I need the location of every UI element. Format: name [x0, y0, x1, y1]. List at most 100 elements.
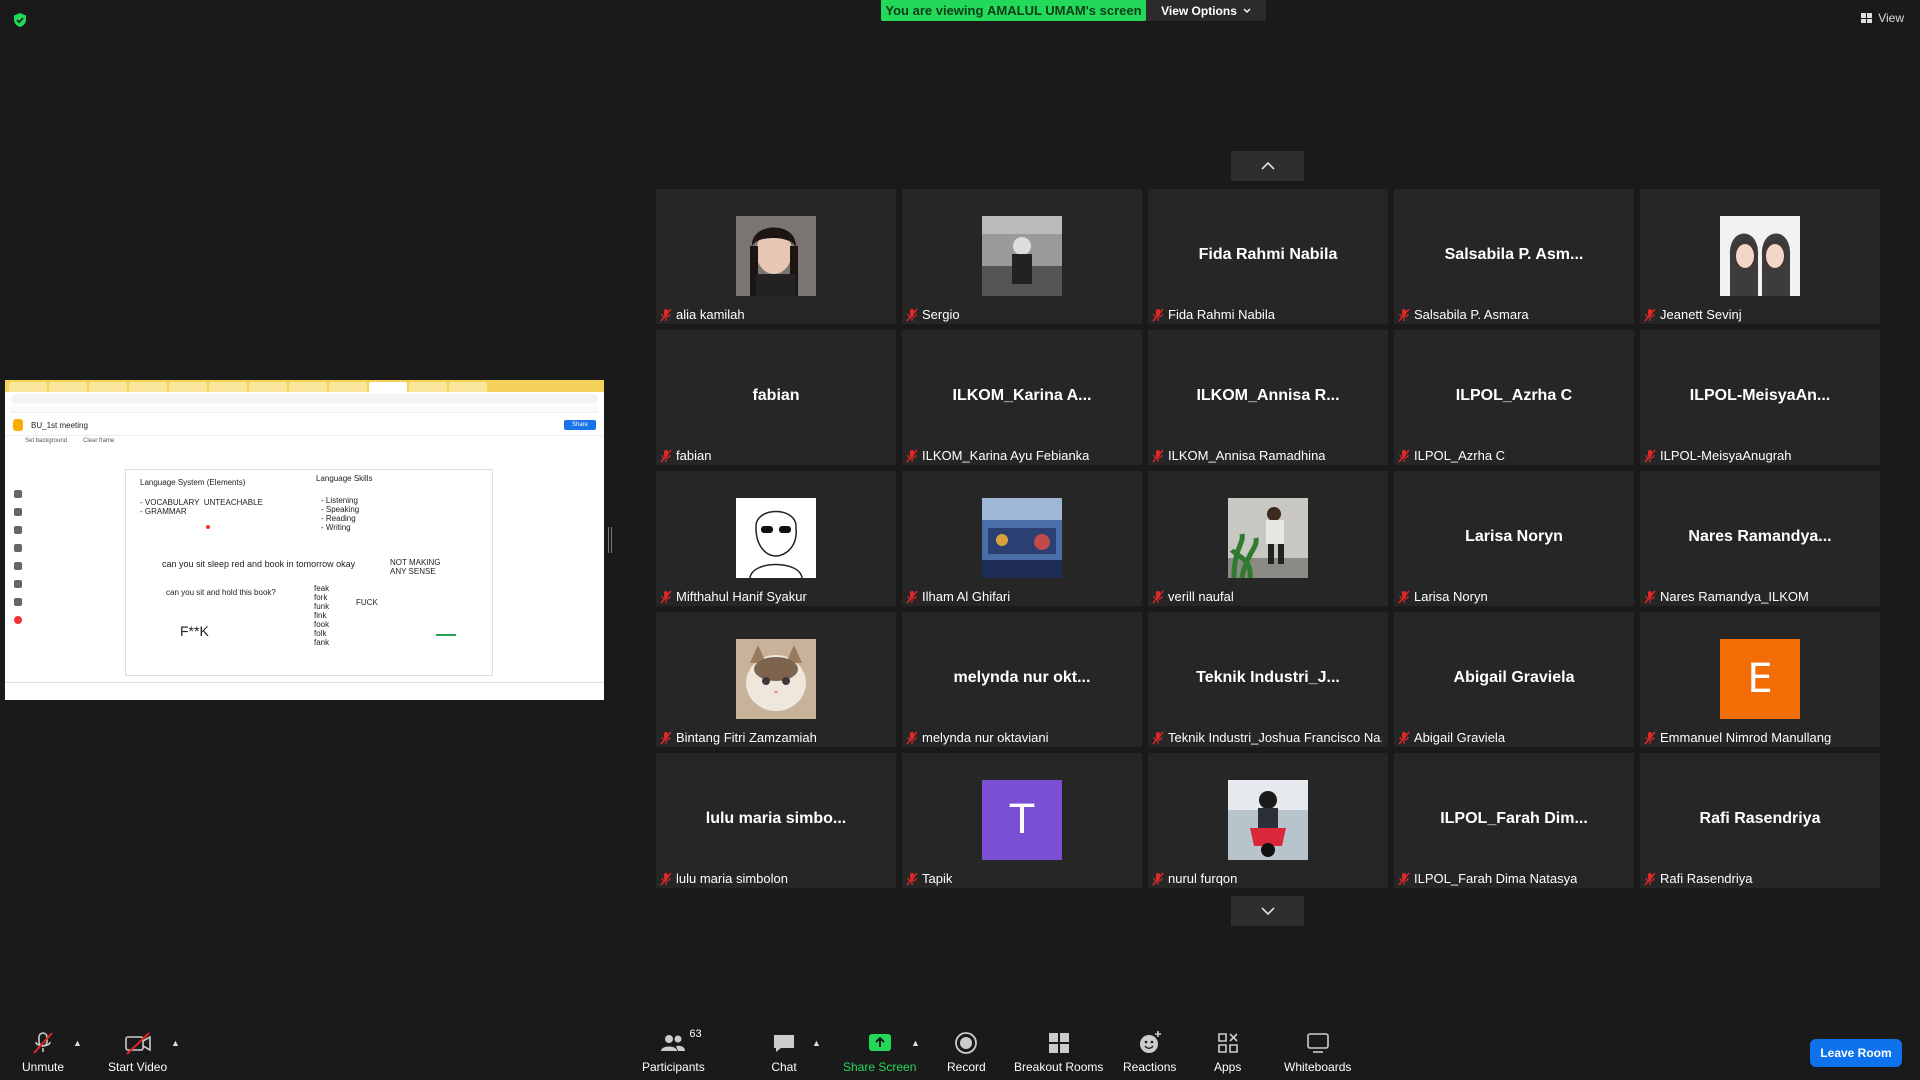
breakout-rooms-button[interactable]: Breakout Rooms	[1014, 1030, 1103, 1074]
participant-display-name: ILKOM_Karina A...	[952, 387, 1092, 404]
participant-tile[interactable]: ILPOL_Azrha C ILPOL_Azrha C	[1394, 330, 1634, 465]
participant-tile[interactable]: Mifthahul Hanif Syakur	[656, 471, 896, 606]
unmute-button[interactable]: Unmute	[22, 1030, 64, 1074]
participant-name: ILPOL_Azrha C	[1414, 448, 1506, 463]
unmute-label: Unmute	[22, 1060, 65, 1074]
muted-mic-icon	[906, 308, 918, 321]
participant-tile[interactable]: Ilham Al Ghifari	[902, 471, 1142, 606]
participant-name-bar: melynda nur oktaviani	[906, 730, 1048, 745]
participant-tile[interactable]: Abigail Graviela Abigail Graviela	[1394, 612, 1634, 747]
jamboard-header: BU_1st meeting Share	[5, 415, 604, 436]
meeting-toolbar: Unmute ▲ Start Video ▲ 63 Participants C…	[0, 1020, 1920, 1080]
viewing-name: AMALUL UMAM's screen	[987, 3, 1142, 18]
video-options-caret-icon[interactable]: ▲	[171, 1038, 180, 1048]
muted-mic-icon	[1644, 872, 1656, 885]
participant-tile[interactable]: alia kamilah	[656, 189, 896, 324]
audio-options-caret-icon[interactable]: ▲	[73, 1038, 82, 1048]
participant-tile[interactable]: lulu maria simbo... lulu maria simbolon	[656, 753, 896, 888]
participant-name: Mifthahul Hanif Syakur	[676, 589, 807, 604]
participant-tile[interactable]: Jeanett Sevinj	[1640, 189, 1880, 324]
participant-tile[interactable]: Sergio	[902, 189, 1142, 324]
muted-mic-icon	[1644, 731, 1656, 744]
participant-tile[interactable]: Bintang Fitri Zamzamiah	[656, 612, 896, 747]
apps-button[interactable]: Apps	[1214, 1030, 1241, 1074]
muted-mic-icon	[1644, 590, 1656, 603]
participant-tile[interactable]: melynda nur okt... melynda nur oktaviani	[902, 612, 1142, 747]
reactions-label: Reactions	[1123, 1060, 1177, 1074]
participant-tile[interactable]: Larisa Noryn Larisa Noryn	[1394, 471, 1634, 606]
participant-tile[interactable]: fabian fabian	[656, 330, 896, 465]
participant-gallery: alia kamilah Sergio Fida Rahmi Nabila Fida …	[656, 189, 1883, 888]
participant-tile[interactable]: T Tapik	[902, 753, 1142, 888]
muted-mic-icon	[906, 731, 918, 744]
eraser-icon	[14, 508, 22, 516]
participant-name-bar: Salsabila P. Asmara	[1398, 307, 1529, 322]
record-button[interactable]: Record	[947, 1030, 986, 1074]
leave-room-button[interactable]: Leave Room	[1810, 1039, 1902, 1067]
participant-tile[interactable]: Rafi Rasendriya Rafi Rasendriya	[1640, 753, 1880, 888]
avatar	[1228, 780, 1308, 860]
view-button[interactable]: View	[1861, 11, 1904, 25]
whiteboards-button[interactable]: Whiteboards	[1284, 1030, 1351, 1074]
frame-text-language-skills: Language Skills	[316, 474, 373, 483]
participant-tile[interactable]: Salsabila P. Asm... Salsabila P. Asmara	[1394, 189, 1634, 324]
participant-display-name: Salsabila P. Asm...	[1444, 246, 1584, 263]
video-off-icon	[124, 1032, 151, 1055]
address-bar	[11, 394, 598, 404]
muted-mic-icon	[1398, 449, 1410, 462]
participant-name: Teknik Industri_Joshua Francisco Na...	[1168, 730, 1382, 745]
participant-tile[interactable]: Nares Ramandya... Nares Ramandya_ILKOM	[1640, 471, 1880, 606]
participant-name-bar: fabian	[660, 448, 711, 463]
participant-tile[interactable]: ILPOL_Farah Dim... ILPOL_Farah Dima Natas…	[1394, 753, 1634, 888]
participant-tile[interactable]: ILPOL-MeisyaAn... ILPOL-MeisyaAnugrah	[1640, 330, 1880, 465]
chat-options-caret-icon[interactable]: ▲	[812, 1038, 821, 1048]
participant-name: ILPOL-MeisyaAnugrah	[1660, 448, 1792, 463]
share-screen-icon	[868, 1034, 891, 1051]
share-options-caret-icon[interactable]: ▲	[911, 1038, 920, 1048]
participant-tile[interactable]: ILKOM_Annisa R... ILKOM_Annisa Ramadhina	[1148, 330, 1388, 465]
share-screen-button[interactable]: Share Screen	[843, 1030, 916, 1074]
participant-tile[interactable]: nurul furqon	[1148, 753, 1388, 888]
participant-name: Fida Rahmi Nabila	[1168, 307, 1275, 322]
participant-tile[interactable]: verill naufal	[1148, 471, 1388, 606]
jamboard-logo-icon	[13, 419, 23, 431]
participant-name-bar: ILPOL_Azrha C	[1398, 448, 1505, 463]
participant-name: Tapik	[922, 871, 953, 886]
share-screen-label: Share Screen	[843, 1060, 917, 1074]
split-divider-handle[interactable]	[608, 527, 612, 553]
participant-name: nurul furqon	[1168, 871, 1238, 886]
participant-tile[interactable]: E Emmanuel Nimrod Manullang	[1640, 612, 1880, 747]
participant-tile[interactable]: Teknik Industri_J... Teknik Industri_Josh…	[1148, 612, 1388, 747]
participants-button[interactable]: 63 Participants	[642, 1028, 705, 1074]
participant-name: Ilham Al Ghifari	[922, 589, 1011, 604]
participant-name-bar: Mifthahul Hanif Syakur	[660, 589, 807, 604]
frame-text-variants: feak fork funk fink fook folk fank	[314, 584, 330, 647]
gallery-page-up-button[interactable]	[1231, 151, 1304, 181]
muted-mic-icon	[660, 308, 672, 321]
gallery-page-down-button[interactable]	[1231, 896, 1304, 926]
muted-mic-icon	[660, 590, 672, 603]
chat-button[interactable]: Chat	[771, 1030, 797, 1074]
participant-tile[interactable]: Fida Rahmi Nabila Fida Rahmi Nabila	[1148, 189, 1388, 324]
shared-screen[interactable]: BU_1st meeting Share Set background Clea…	[5, 380, 604, 700]
participant-name-bar: alia kamilah	[660, 307, 745, 322]
reactions-button[interactable]: Reactions	[1123, 1030, 1176, 1074]
participant-tile[interactable]: ILKOM_Karina A... ILKOM_Karina Ayu Febian…	[902, 330, 1142, 465]
participant-name-bar: Nares Ramandya_ILKOM	[1644, 589, 1809, 604]
chevron-down-icon	[1260, 907, 1275, 915]
start-video-button[interactable]: Start Video	[108, 1030, 167, 1074]
pen-icon	[14, 490, 22, 498]
participant-name-bar: nurul furqon	[1152, 871, 1237, 886]
view-options-button[interactable]: View Options	[1146, 0, 1266, 21]
clear-frame-label: Clear frame	[83, 438, 115, 444]
participant-name: Bintang Fitri Zamzamiah	[676, 730, 817, 745]
chevron-up-icon	[1260, 162, 1275, 170]
security-shield-icon[interactable]	[12, 12, 28, 28]
participant-display-name: ILPOL_Farah Dim...	[1440, 810, 1588, 827]
participant-display-name: Fida Rahmi Nabila	[1198, 246, 1338, 263]
muted-mic-icon	[906, 872, 918, 885]
participant-name: Larisa Noryn	[1414, 589, 1488, 604]
muted-mic-icon	[660, 731, 672, 744]
participant-name-bar: Rafi Rasendriya	[1644, 871, 1753, 886]
participant-name-bar: Jeanett Sevinj	[1644, 307, 1742, 322]
